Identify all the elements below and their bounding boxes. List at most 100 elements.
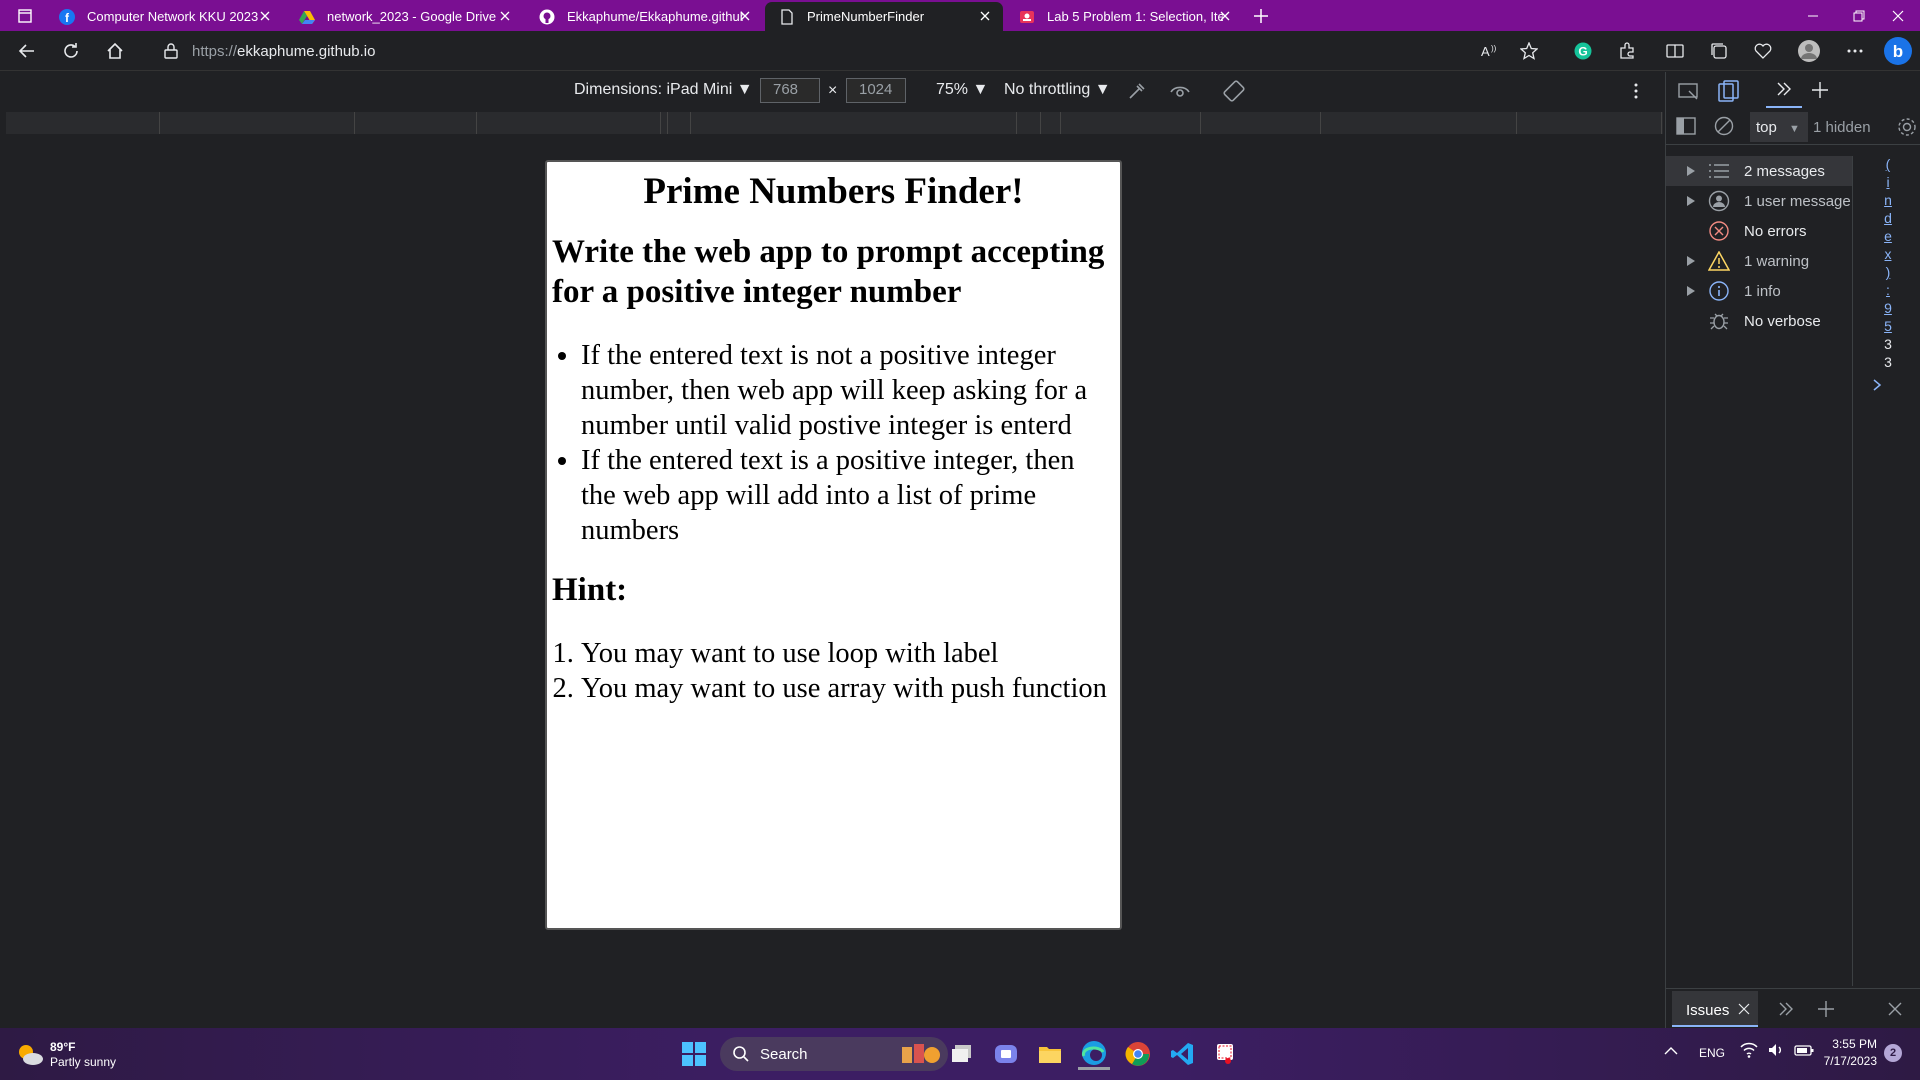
snipping-tool-button[interactable] [1210, 1038, 1242, 1070]
profile-button[interactable] [1796, 39, 1822, 63]
source-link-char[interactable]: n [1878, 191, 1898, 209]
weather-partly-sunny-icon [19, 1045, 43, 1065]
file-explorer-button[interactable] [1034, 1038, 1066, 1070]
close-icon[interactable] [257, 8, 273, 24]
throttling-dropdown[interactable]: No throttling ▼ [1004, 81, 1111, 99]
close-window-button[interactable] [1875, 0, 1920, 31]
language-indicator[interactable]: ENG [1699, 1046, 1725, 1060]
device-dimensions-dropdown[interactable]: Dimensions: iPad Mini ▼ [574, 81, 753, 99]
system-tray[interactable] [1740, 1042, 1814, 1058]
close-icon[interactable] [1738, 1003, 1750, 1015]
source-link-char[interactable]: 5 [1878, 317, 1898, 335]
grammarly-button[interactable]: G [1570, 39, 1596, 63]
source-link-char[interactable]: e [1878, 227, 1898, 245]
inspect-element-icon[interactable] [1678, 82, 1700, 102]
sidebar-toggle-icon[interactable] [1676, 117, 1696, 135]
close-icon[interactable] [1217, 8, 1233, 24]
chevron-up-icon[interactable] [1664, 1046, 1678, 1056]
copilot-button[interactable]: b [1882, 35, 1914, 67]
source-link-char[interactable]: i [1878, 173, 1898, 191]
puzzle-icon [1620, 42, 1634, 59]
device-toolbar-toggle-icon[interactable] [1718, 80, 1740, 102]
source-link-char[interactable]: x [1878, 245, 1898, 263]
more-tabs-icon[interactable] [1766, 80, 1802, 108]
console-source-link[interactable]: ( i n d e x ) : 9 5 3 3 [1873, 155, 1898, 391]
weather-widget[interactable]: 89°F Partly sunny [16, 1040, 116, 1070]
sidebar-item-messages[interactable]: 2 messages [1666, 156, 1852, 186]
rotate-icon[interactable] [1222, 79, 1246, 103]
clock[interactable]: 3:55 PM 7/17/2023 [1815, 1036, 1877, 1070]
clear-console-icon[interactable] [1714, 116, 1734, 136]
source-link-char[interactable]: : [1878, 281, 1898, 299]
teams-chat-button[interactable] [990, 1038, 1022, 1070]
tab-title: PrimeNumberFinder [807, 9, 925, 24]
close-icon[interactable] [977, 8, 993, 24]
close-drawer-icon[interactable] [1887, 1001, 1903, 1017]
new-tab-button[interactable] [1248, 0, 1274, 31]
expand-arrow-icon[interactable] [1686, 165, 1704, 177]
extensions-button[interactable] [1614, 39, 1640, 63]
document-icon [779, 8, 795, 25]
zoom-dropdown[interactable]: 75% ▼ [936, 81, 988, 99]
device-height-input[interactable]: 1024 [846, 78, 906, 103]
sidebar-item-warnings[interactable]: 1 warning [1666, 246, 1852, 276]
browser-essentials-button[interactable] [1750, 39, 1776, 63]
taskbar-search[interactable]: Search [720, 1037, 948, 1071]
source-link-char[interactable]: ( [1878, 155, 1898, 173]
favorite-button[interactable] [1516, 39, 1542, 63]
bing-copilot-icon: b [1884, 37, 1912, 65]
task-view-button[interactable] [946, 1038, 978, 1070]
tab-actions-icon [18, 8, 32, 23]
source-link-char[interactable]: 9 [1878, 299, 1898, 317]
tab-0[interactable]: f Computer Network KKU 2023 | F [45, 2, 283, 31]
refresh-button[interactable] [58, 39, 84, 63]
start-button[interactable] [678, 1038, 710, 1070]
expand-arrow-icon[interactable] [1686, 255, 1704, 267]
tab-1[interactable]: network_2023 - Google Drive [285, 2, 523, 31]
sidebar-item-errors[interactable]: No errors [1666, 216, 1852, 246]
tab-2[interactable]: Ekkaphume/Ekkaphume.github.i [525, 2, 763, 31]
tab-3-active[interactable]: PrimeNumberFinder [765, 2, 1003, 31]
tab-actions-button[interactable] [10, 0, 40, 31]
notification-badge[interactable]: 2 [1884, 1044, 1902, 1062]
chrome-button[interactable] [1122, 1038, 1154, 1070]
read-aloud-button[interactable]: A)) [1477, 39, 1503, 63]
gear-icon[interactable] [1896, 116, 1918, 138]
split-screen-button[interactable] [1662, 39, 1688, 63]
settings-more-button[interactable] [1842, 39, 1868, 63]
user-icon [1708, 190, 1734, 212]
sidebar-item-verbose[interactable]: No verbose [1666, 306, 1852, 336]
tab-issues[interactable]: Issues [1672, 991, 1758, 1027]
split-screen-icon [1666, 44, 1684, 58]
url-field[interactable]: https://ekkaphume.github.io [150, 36, 1485, 66]
expand-arrow-icon[interactable] [1686, 285, 1704, 297]
vscode-button[interactable] [1166, 1038, 1198, 1070]
vision-deficiency-icon[interactable] [1169, 80, 1191, 102]
plus-icon[interactable] [1811, 81, 1829, 99]
plus-icon[interactable] [1817, 1000, 1835, 1018]
close-icon[interactable] [737, 8, 753, 24]
context-selector[interactable]: top ▼ [1750, 112, 1808, 142]
eyedropper-icon[interactable] [1126, 80, 1148, 102]
edge-button[interactable] [1078, 1038, 1110, 1070]
source-link-char[interactable]: d [1878, 209, 1898, 227]
collections-button[interactable] [1706, 39, 1732, 63]
more-vertical-icon[interactable] [1633, 82, 1639, 100]
minimize-button[interactable] [1790, 0, 1836, 31]
expand-arrow-icon[interactable] [1686, 195, 1704, 207]
media-query-bar[interactable] [6, 112, 1663, 134]
more-tabs-icon[interactable] [1778, 1001, 1794, 1017]
console-prompt-icon[interactable] [1872, 379, 1898, 391]
close-icon[interactable] [497, 8, 513, 24]
back-button[interactable] [14, 39, 40, 63]
tab-title: Lab 5 Problem 1: Selection, Iterat [1047, 9, 1223, 24]
source-link-char[interactable]: ) [1878, 263, 1898, 281]
hidden-count[interactable]: 1 hidden [1813, 119, 1871, 136]
sidebar-item-info[interactable]: 1 info [1666, 276, 1852, 306]
clock-time: 3:55 PM [1832, 1037, 1877, 1051]
device-width-input[interactable]: 768 [760, 78, 820, 103]
home-button[interactable] [102, 39, 128, 63]
sidebar-item-user-messages[interactable]: 1 user message [1666, 186, 1852, 216]
tab-4[interactable]: Lab 5 Problem 1: Selection, Iterat [1005, 2, 1243, 31]
back-arrow-icon [18, 44, 34, 58]
